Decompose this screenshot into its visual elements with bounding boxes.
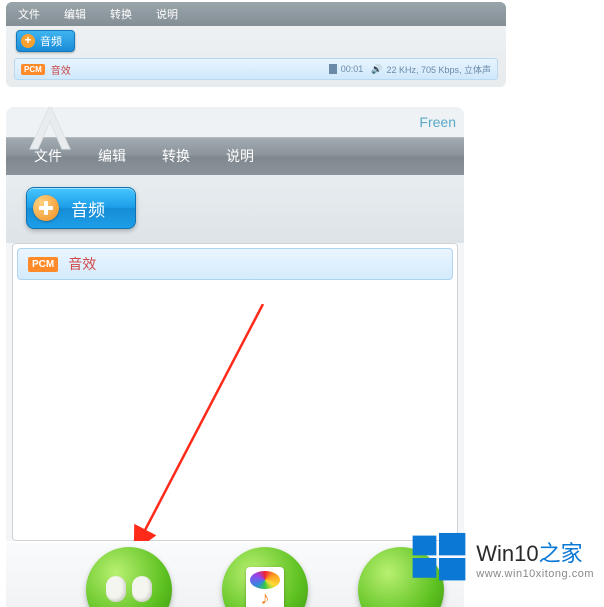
bottom-action-row (6, 543, 464, 607)
watermark-url: www.win10xitong.com (476, 568, 594, 580)
add-audio-button[interactable]: + 音频 (16, 30, 75, 52)
menu-help[interactable]: 说明 (218, 146, 282, 166)
theme-button[interactable] (222, 547, 308, 607)
earbuds-icon (104, 570, 154, 607)
menu-convert[interactable]: 转换 (104, 6, 150, 22)
format-badge: PCM (21, 64, 45, 75)
app-window-small: 文件 编辑 转换 说明 + 音频 PCM 音效 00:01 🔊 22 KHz, … (6, 2, 506, 87)
add-audio-button[interactable]: 音频 (26, 187, 136, 229)
file-list-item[interactable]: PCM 音效 (17, 248, 453, 280)
document-icon (329, 64, 337, 74)
add-audio-label: 音频 (40, 33, 62, 49)
file-title: 音效 (51, 62, 71, 77)
menu-help[interactable]: 说明 (150, 6, 196, 22)
watermark-brand: Win10之家 (476, 536, 594, 568)
file-list: PCM 音效 (12, 243, 458, 541)
convert-button[interactable] (358, 547, 444, 607)
menubar: 文件 编辑 转换 说明 (6, 137, 464, 175)
annotation-arrow (133, 304, 333, 541)
menu-convert[interactable]: 转换 (154, 146, 218, 166)
plus-icon (33, 195, 59, 221)
file-info: 🔊 22 KHz, 705 Kbps, 立体声 (371, 63, 491, 76)
menu-edit[interactable]: 编辑 (90, 146, 154, 166)
app-title: Freen (419, 114, 456, 130)
menu-file[interactable]: 文件 (26, 146, 90, 166)
file-duration: 00:01 (329, 64, 364, 74)
menubar: 文件 编辑 转换 说明 (6, 2, 506, 26)
toolbar: 音频 (6, 175, 464, 243)
titlebar: Freen (6, 107, 464, 137)
menu-file[interactable]: 文件 (12, 6, 58, 22)
plus-icon: + (21, 34, 35, 48)
play-output-button[interactable] (86, 547, 172, 607)
format-badge: PCM (28, 257, 58, 272)
menu-edit[interactable]: 编辑 (58, 6, 104, 22)
app-window-large: Freen 文件 编辑 转换 说明 音频 PCM 音效 (6, 107, 464, 541)
file-title: 音效 (68, 254, 96, 274)
palette-icon (246, 567, 284, 607)
add-audio-label: 音频 (71, 196, 105, 221)
file-list-item[interactable]: PCM 音效 00:01 🔊 22 KHz, 705 Kbps, 立体声 (14, 58, 498, 80)
